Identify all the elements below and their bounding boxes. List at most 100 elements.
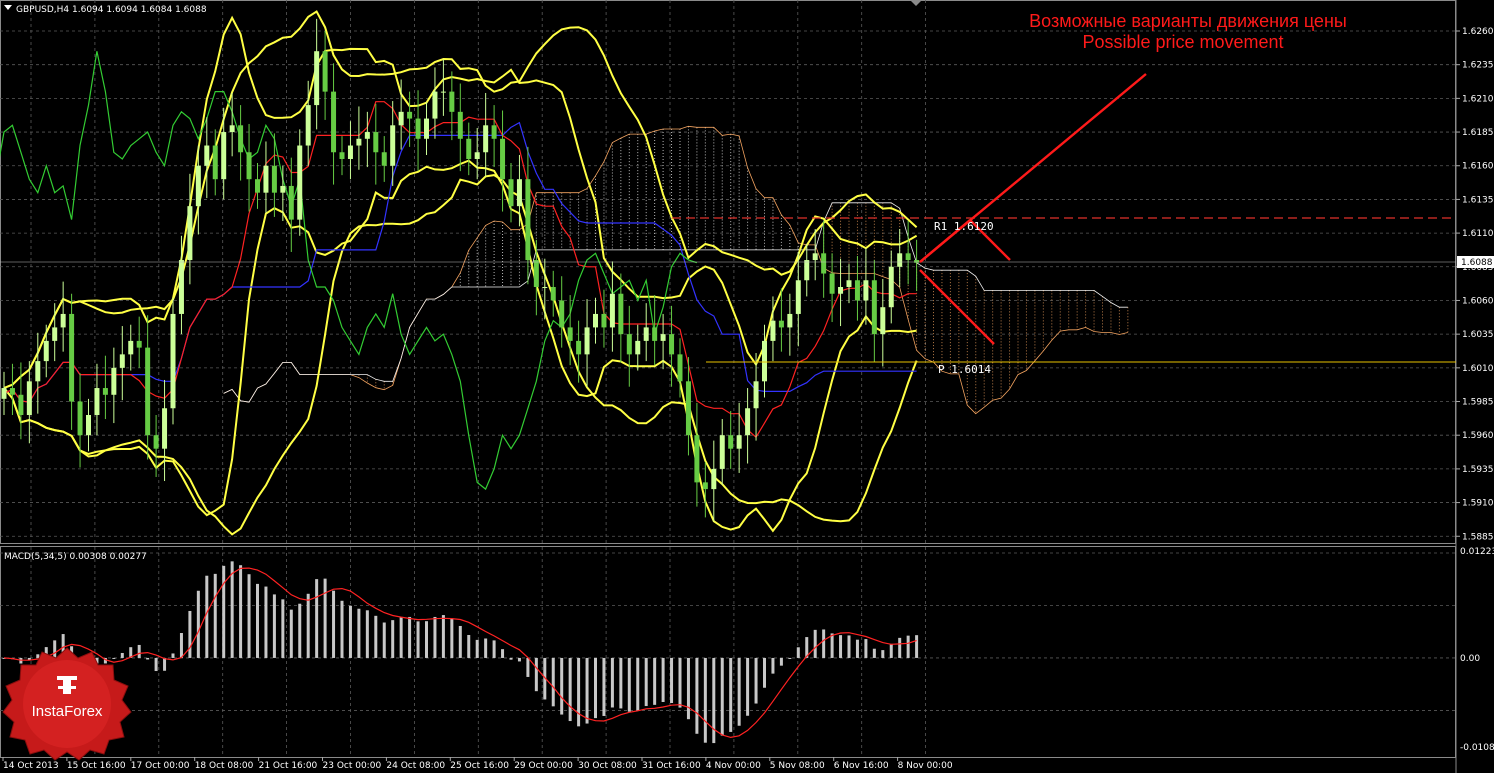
candle-body [60,313,66,328]
candle-body [356,138,362,146]
macd-histogram-bar [653,657,657,705]
candle-body [694,435,700,483]
r1-label: R1 1.6120 [934,220,994,233]
macd-histogram-bar [357,608,361,658]
macd-histogram-bar [399,616,403,658]
candle-body [660,334,666,341]
candle-body [339,152,345,159]
macd-histogram-bar [501,649,505,658]
candle-body [652,327,658,341]
price-tick-label: 1.6260 [1462,27,1494,37]
macd-histogram-bar [213,573,217,658]
candle-body [347,145,353,159]
macd-histogram-bar [568,657,572,722]
candle-body [212,145,218,180]
instaforex-logo: InstaForex [2,647,132,761]
macd-histogram-bar [425,621,428,658]
candle-body [635,340,641,355]
candle-body [52,327,58,341]
price-tick-label: 1.6160 [1462,162,1494,172]
candle-body [162,408,168,449]
macd-histogram-bar [619,657,623,709]
candle-body [170,313,176,409]
candle-body [829,273,835,294]
time-tick-label: 23 Oct 00:00 [323,761,382,771]
price-tick-label: 1.6135 [1462,195,1494,205]
macd-tick-label: -0.01087 [1460,743,1494,753]
macd-histogram-bar [348,605,352,658]
candle-body [43,340,49,362]
macd-histogram-bar [146,657,150,660]
macd-histogram-bar [737,657,741,726]
candle-body [863,280,869,301]
candle-body [601,313,607,328]
macd-histogram-bar [467,634,471,658]
time-tick-label: 6 Nov 16:00 [834,761,889,771]
candle-body [457,111,463,139]
time-tick-label: 29 Oct 00:00 [514,761,573,771]
macd-histogram-bar [830,633,834,658]
candle-body [846,280,852,287]
candle-body [305,105,311,146]
macd-tick-label: 0.01223 [1460,547,1494,557]
time-tick-label: 21 Oct 16:00 [259,761,318,771]
candle-body [424,118,429,139]
annotation-title-ru: Возможные варианты движения цены [1029,11,1347,31]
candle-body [567,327,573,341]
macd-histogram-bar [746,657,750,716]
candle-body [677,354,683,382]
time-tick-label: 15 Oct 16:00 [67,761,126,771]
candle-body [669,334,675,355]
macd-histogram-bar [847,635,851,658]
macd-histogram-bar [517,657,521,662]
candle-body [86,414,91,436]
candle-body [719,435,725,469]
macd-histogram-bar [898,637,902,658]
candle-body [871,280,877,335]
candle-body [685,381,691,436]
time-tick-label: 14 Oct 2013 [3,761,59,771]
macd-histogram-bar [855,639,859,658]
candle-body [770,320,776,341]
candle-body [373,132,379,153]
candle-body [18,394,24,415]
macd-histogram-bar [813,629,817,658]
candle-body [897,253,903,267]
macd-histogram-bar [551,657,555,707]
candle-body [390,125,396,166]
time-tick-label: 4 Nov 00:00 [706,761,761,771]
macd-histogram-bar [686,657,690,720]
candle-body [26,381,32,415]
candle-body [508,179,514,207]
candle-body [466,138,472,159]
candle-body [280,185,286,193]
candle-body [119,354,125,368]
chart-window[interactable]: Возможные варианты движения цены Possibl… [0,0,1494,773]
time-tick-label: 18 Oct 08:00 [195,761,254,771]
candle-body [195,165,201,207]
candle-body [288,185,294,220]
macd-histogram-bar [534,657,538,692]
macd-histogram-bar [585,657,589,724]
macd-histogram-bar [374,615,378,658]
macd-histogram-bar [729,657,733,732]
candle-body [838,286,844,294]
candle-body [314,51,320,106]
macd-histogram-bar [754,657,758,704]
candle-body [246,152,252,180]
candle-body [415,118,421,139]
macd-histogram-bar [365,610,369,658]
macd-histogram-bar [315,579,319,658]
macd-histogram-bar [678,657,682,708]
macd-histogram-bar [720,657,724,736]
macd-histogram-bar [256,583,259,658]
price-tick-label: 1.5885 [1462,532,1494,542]
macd-histogram-bar [323,578,327,658]
candle-body [821,253,827,274]
time-tick-label: 31 Oct 16:00 [642,761,701,771]
symbol-info: GBPUSD,H4 1.6094 1.6094 1.6084 1.6088 [16,5,207,15]
candle-body [500,138,506,180]
candle-body [229,125,235,133]
candle-body [187,206,193,261]
candle-body [69,313,75,402]
